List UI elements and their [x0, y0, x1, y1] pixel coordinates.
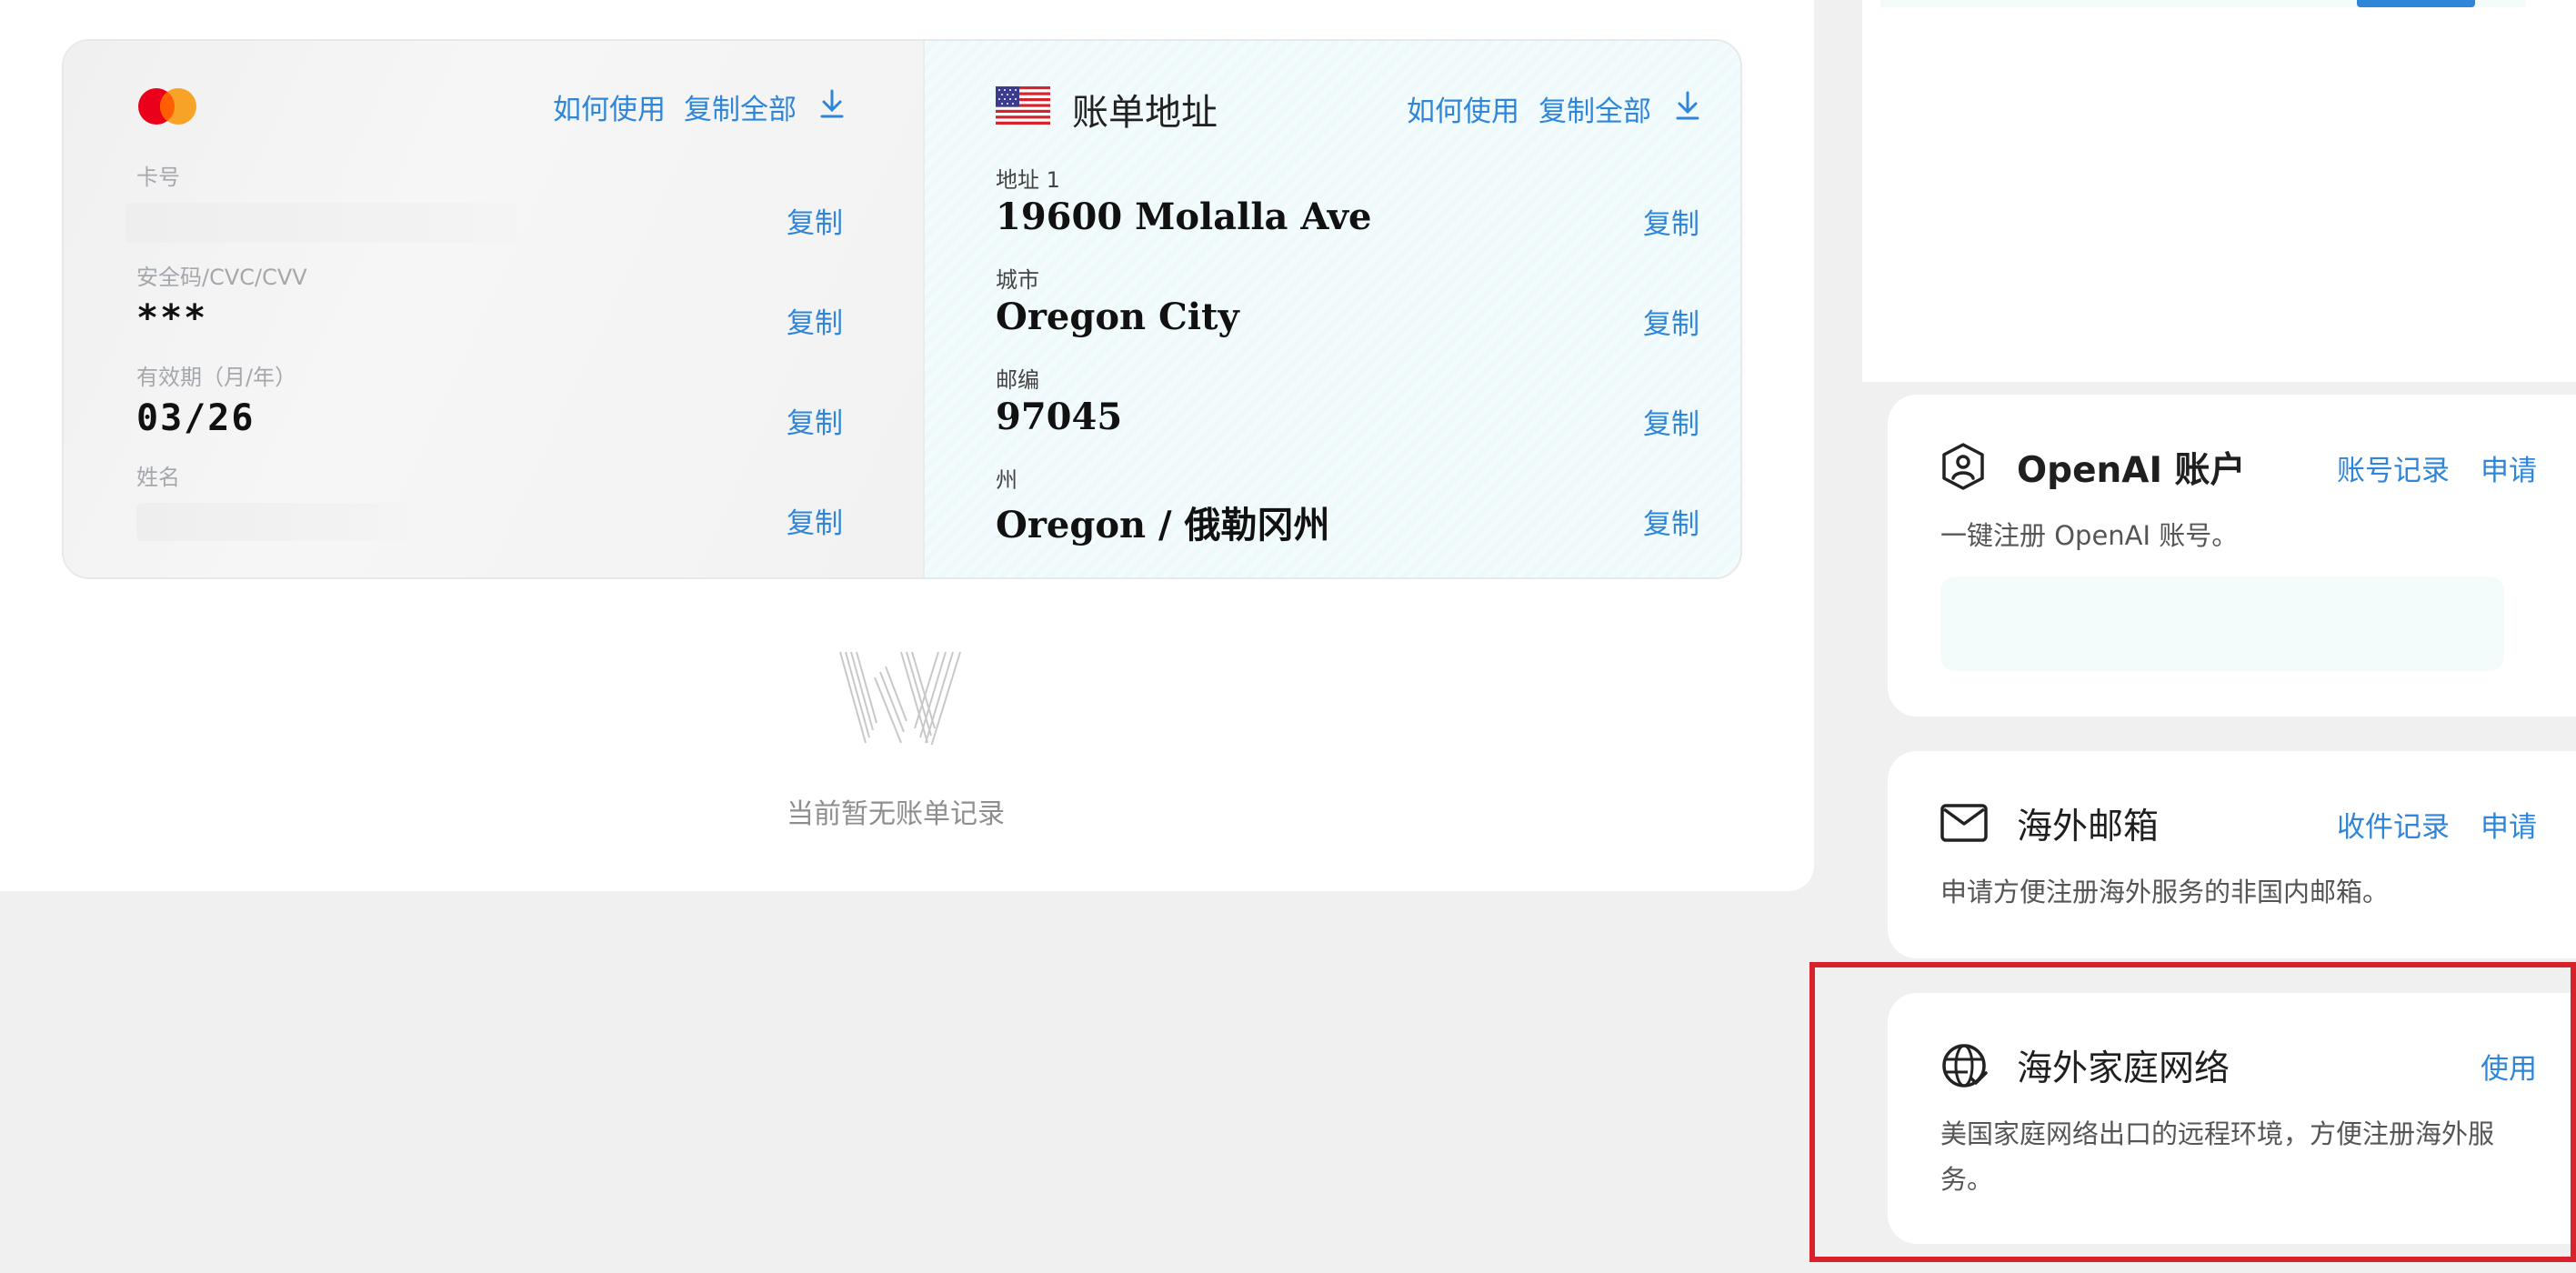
name-value	[136, 503, 409, 541]
expiry-label: 有效期（月/年）	[136, 365, 297, 390]
name-label: 姓名	[136, 465, 180, 490]
empty-state-logo	[838, 650, 964, 745]
virtual-card-panel: 如何使用 复制全部 卡号 复制 安全码/CVC/CVV *** 复制 有效期（月…	[62, 39, 1742, 579]
mail-card-title: 海外邮箱	[2017, 807, 2160, 847]
openai-input-area[interactable]	[1940, 576, 2504, 671]
zip-label: 邮编	[996, 367, 1039, 393]
copy-address-button[interactable]: 复制	[1643, 201, 1699, 242]
openai-card-desc: 一键注册 OpenAI 账号。	[1940, 520, 2239, 551]
city-label: 城市	[996, 267, 1039, 293]
card-info-section: 如何使用 复制全部 卡号 复制 安全码/CVC/CVV *** 复制 有效期（月…	[64, 41, 925, 577]
city-value: Oregon City	[996, 296, 1239, 338]
download-icon[interactable]	[1674, 90, 1701, 121]
billing-address-title: 账单地址	[1072, 92, 1218, 134]
highlight-box	[1809, 962, 2576, 1262]
openai-card-title: OpenAI 账户	[2017, 450, 2246, 491]
mail-card-desc: 申请方便注册海外服务的非国内邮箱。	[1940, 877, 2390, 907]
inbox-records-link[interactable]: 收件记录	[2337, 804, 2450, 845]
zip-value: 97045	[996, 396, 1123, 438]
state-value: Oregon / 俄勒冈州	[996, 504, 1330, 546]
mail-icon	[1940, 804, 1988, 842]
us-flag-icon	[996, 86, 1050, 125]
cvc-label: 安全码/CVC/CVV	[136, 265, 307, 290]
account-records-link[interactable]: 账号记录	[2337, 447, 2450, 488]
overseas-mail-card: 海外邮箱 收件记录 申请 申请方便注册海外服务的非国内邮箱。	[1888, 751, 2576, 958]
user-shield-icon	[1940, 442, 1986, 491]
download-icon[interactable]	[818, 88, 846, 119]
cvc-value: ***	[136, 297, 208, 339]
billing-address-section: 账单地址 如何使用 复制全部 地址 1 19600 Molalla Ave 复制…	[925, 41, 1740, 577]
copy-name-button[interactable]: 复制	[787, 500, 843, 541]
expiry-value: 03/26	[136, 397, 256, 439]
copy-cvc-button[interactable]: 复制	[787, 300, 843, 341]
address-label: 地址 1	[996, 167, 1060, 193]
top-widget-area	[1862, 0, 2576, 382]
copy-zip-button[interactable]: 复制	[1643, 401, 1699, 442]
copy-state-button[interactable]: 复制	[1643, 501, 1699, 542]
mastercard-logo	[136, 86, 200, 126]
openai-account-card: OpenAI 账户 账号记录 申请 一键注册 OpenAI 账号。	[1888, 395, 2576, 717]
card-number-value	[125, 203, 516, 243]
address-value: 19600 Molalla Ave	[996, 195, 1372, 238]
copy-expiry-button[interactable]: 复制	[787, 400, 843, 441]
billing-copy-all-link[interactable]: 复制全部	[1539, 88, 1651, 129]
empty-state-text: 当前暂无账单记录	[787, 798, 1005, 830]
billing-how-to-use-link[interactable]: 如何使用	[1407, 88, 1519, 129]
state-label: 州	[996, 467, 1017, 493]
copy-card-number-button[interactable]: 复制	[787, 200, 843, 241]
top-widget-button[interactable]	[2357, 0, 2475, 7]
main-panel: 如何使用 复制全部 卡号 复制 安全码/CVC/CVV *** 复制 有效期（月…	[0, 0, 1814, 891]
copy-all-link[interactable]: 复制全部	[684, 86, 797, 127]
copy-city-button[interactable]: 复制	[1643, 301, 1699, 342]
mail-apply-link[interactable]: 申请	[2481, 804, 2537, 845]
card-number-label: 卡号	[136, 165, 180, 190]
how-to-use-link[interactable]: 如何使用	[553, 86, 666, 127]
openai-apply-link[interactable]: 申请	[2481, 447, 2537, 488]
